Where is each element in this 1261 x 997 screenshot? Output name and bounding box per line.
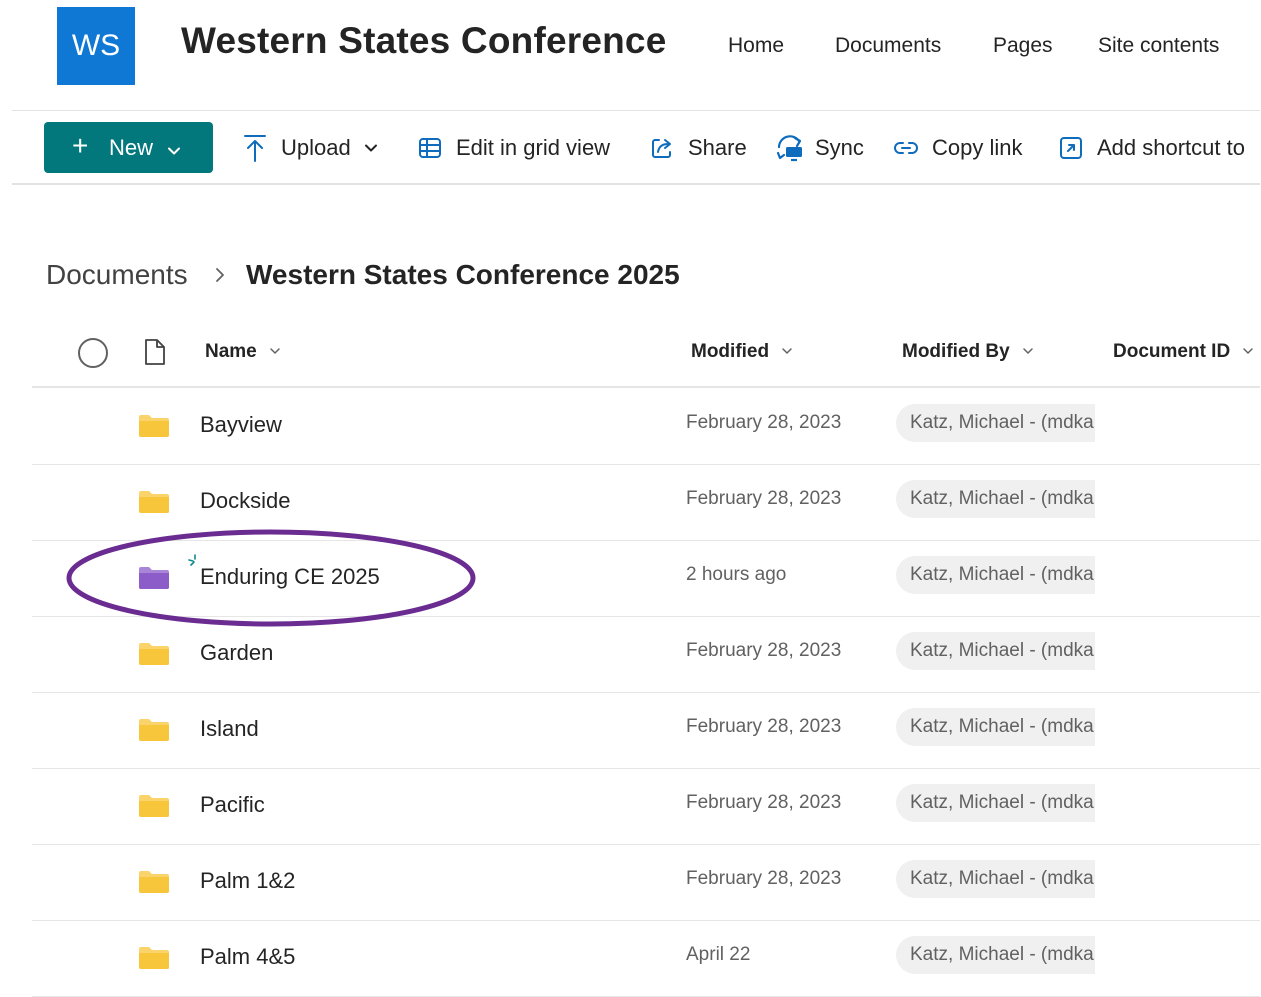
row-name[interactable]: Island <box>200 716 259 742</box>
new-button[interactable]: + New <box>44 122 213 173</box>
folder-icon <box>138 490 170 519</box>
column-header-modified-label: Modified <box>691 341 770 362</box>
copy-link-label: Copy link <box>932 135 1023 160</box>
upload-label: Upload <box>281 135 351 160</box>
breadcrumb-current-folder: Western States Conference 2025 <box>246 259 680 290</box>
column-header-document-id-label: Document ID <box>1113 341 1231 362</box>
table-row[interactable]: Garden February 28, 2023 Katz, Michael -… <box>32 616 1260 693</box>
column-header-name[interactable]: Name <box>205 341 281 363</box>
share-label: Share <box>688 135 747 160</box>
chevron-down-icon <box>1230 341 1254 363</box>
copy-link-button[interactable]: Copy link <box>893 128 1022 168</box>
row-name[interactable]: Garden <box>200 640 273 666</box>
upload-icon <box>243 133 267 163</box>
plus-icon: + <box>72 130 89 161</box>
table-row[interactable]: Pacific February 28, 2023 Katz, Michael … <box>32 768 1260 845</box>
commandbar-divider <box>12 183 1260 185</box>
chevron-down-icon <box>257 341 281 363</box>
nav-site-contents[interactable]: Site contents <box>1098 34 1219 58</box>
row-modified: February 28, 2023 <box>686 792 842 813</box>
column-header-modified[interactable]: Modified <box>691 341 793 363</box>
nav-home[interactable]: Home <box>728 34 784 58</box>
sync-button[interactable]: Sync <box>775 128 864 168</box>
row-modified-by[interactable]: Katz, Michael - (mdka <box>896 708 1095 746</box>
folder-icon <box>138 414 170 443</box>
link-icon <box>893 138 919 158</box>
row-name[interactable]: Enduring CE 2025 <box>200 564 380 590</box>
select-all-checkbox[interactable] <box>78 338 108 368</box>
nav-pages[interactable]: Pages <box>993 34 1053 58</box>
row-modified-by[interactable]: Katz, Michael - (mdka <box>896 556 1095 594</box>
folder-icon <box>138 718 170 747</box>
row-modified-by[interactable]: Katz, Michael - (mdka <box>896 404 1095 442</box>
sync-label: Sync <box>815 135 864 160</box>
row-name[interactable]: Palm 4&5 <box>200 944 295 970</box>
column-header-modified-by[interactable]: Modified By <box>902 341 1034 363</box>
chevron-down-icon <box>166 139 182 165</box>
upload-button[interactable]: Upload <box>243 128 379 168</box>
table-row[interactable]: Island February 28, 2023 Katz, Michael -… <box>32 692 1260 769</box>
share-button[interactable]: Share <box>650 128 747 168</box>
edit-grid-view-label: Edit in grid view <box>456 135 611 160</box>
row-modified: February 28, 2023 <box>686 412 842 433</box>
file-type-icon[interactable] <box>144 338 166 371</box>
column-header-name-label: Name <box>205 341 257 362</box>
row-name[interactable]: Dockside <box>200 488 290 514</box>
row-name[interactable]: Palm 1&2 <box>200 868 295 894</box>
add-shortcut-button[interactable]: Add shortcut to <box>1059 128 1245 168</box>
table-row[interactable]: Bayview February 28, 2023 Katz, Michael … <box>32 388 1260 465</box>
folder-icon <box>138 794 170 823</box>
sync-icon <box>775 133 805 163</box>
table-row[interactable]: Palm 4&5 April 22 Katz, Michael - (mdka <box>32 920 1260 997</box>
row-modified-by[interactable]: Katz, Michael - (mdka <box>896 632 1095 670</box>
row-modified-by[interactable]: Katz, Michael - (mdka <box>896 936 1095 974</box>
row-modified-by[interactable]: Katz, Michael - (mdka <box>896 860 1095 898</box>
table-row[interactable]: Palm 1&2 February 28, 2023 Katz, Michael… <box>32 844 1260 921</box>
edit-grid-view-button[interactable]: Edit in grid view <box>418 128 610 168</box>
row-modified-by[interactable]: Katz, Michael - (mdka <box>896 784 1095 822</box>
chevron-down-icon <box>363 140 379 156</box>
column-header-document-id[interactable]: Document ID <box>1113 341 1254 363</box>
column-header-modified-by-label: Modified By <box>902 341 1010 362</box>
chevron-down-icon <box>769 341 793 363</box>
row-modified: February 28, 2023 <box>686 488 842 509</box>
chevron-down-icon <box>1010 341 1034 363</box>
breadcrumb-documents[interactable]: Documents <box>46 259 188 291</box>
row-modified: April 22 <box>686 944 751 965</box>
row-modified: February 28, 2023 <box>686 868 842 889</box>
grid-icon <box>418 136 442 160</box>
table-row[interactable]: Enduring CE 2025 2 hours ago Katz, Micha… <box>32 540 1260 617</box>
new-button-label: New <box>109 135 154 160</box>
folder-icon <box>138 566 170 595</box>
top-navigation: Home Documents Pages Site contents <box>0 34 1261 62</box>
header-divider <box>12 110 1260 111</box>
share-icon <box>650 136 674 160</box>
row-modified: February 28, 2023 <box>686 640 842 661</box>
row-modified: 2 hours ago <box>686 564 787 585</box>
nav-documents[interactable]: Documents <box>835 34 941 58</box>
folder-icon <box>138 870 170 899</box>
row-name[interactable]: Pacific <box>200 792 265 818</box>
row-modified: February 28, 2023 <box>686 716 842 737</box>
folder-icon <box>138 642 170 671</box>
table-row[interactable]: Dockside February 28, 2023 Katz, Michael… <box>32 464 1260 541</box>
row-modified-by[interactable]: Katz, Michael - (mdka <box>896 480 1095 518</box>
shortcut-icon <box>1059 136 1083 160</box>
add-shortcut-label: Add shortcut to <box>1097 135 1245 160</box>
folder-icon <box>138 946 170 975</box>
chevron-right-icon <box>212 264 228 291</box>
row-name[interactable]: Bayview <box>200 412 282 438</box>
